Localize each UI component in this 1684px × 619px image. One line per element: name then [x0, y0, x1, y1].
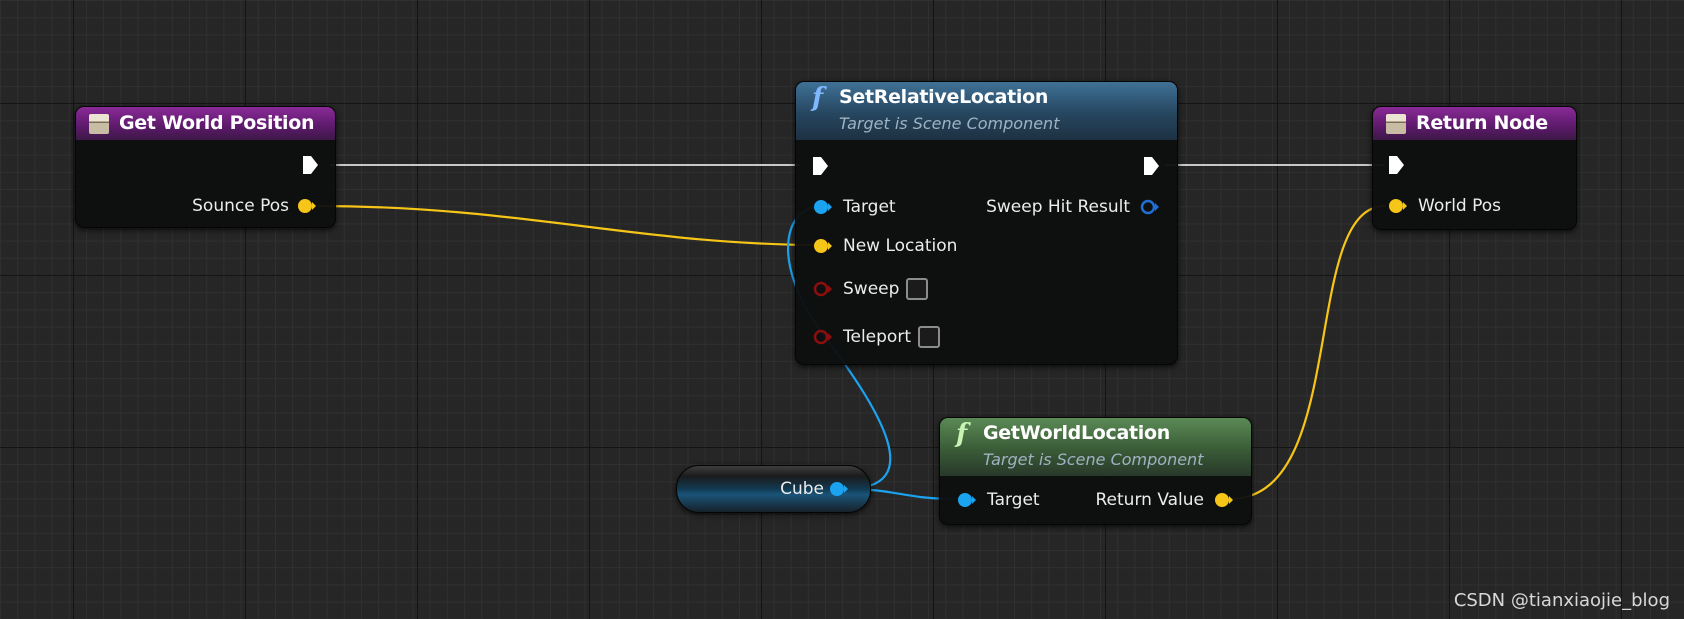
watermark: CSDN @tianxiaojie_blog	[1453, 590, 1670, 611]
node-get-world-location[interactable]: f GetWorldLocation Target is Scene Compo…	[939, 417, 1252, 525]
vector-out-pin-icon[interactable]	[1213, 491, 1233, 509]
exec-out-pin-icon[interactable]	[301, 155, 319, 175]
teleport-checkbox[interactable]	[918, 326, 940, 348]
vector-in-pin-icon[interactable]	[1387, 197, 1407, 215]
struct-icon	[89, 114, 109, 134]
node-title: SetRelativeLocation	[839, 86, 1049, 108]
vector-in-pin-icon[interactable]	[812, 237, 832, 255]
node-title: Get World Position	[119, 112, 315, 134]
pin-label-new-location: New Location	[843, 236, 958, 256]
f-function-icon: f	[956, 419, 968, 449]
pin-label-target: Target	[987, 490, 1040, 510]
exec-in-pin-icon[interactable]	[811, 156, 829, 176]
pin-label-return-value: Return Value	[1095, 490, 1205, 510]
pin-label-sweep: Sweep	[843, 279, 900, 299]
node-title: GetWorldLocation	[983, 422, 1170, 444]
object-out-pin-icon[interactable]	[828, 480, 848, 498]
vector-out-pin-icon[interactable]	[296, 197, 316, 215]
vector-wire-return-to-worldpos[interactable]	[1229, 204, 1386, 501]
node-get-world-position[interactable]: Get World Position Sounce Pos	[75, 106, 336, 228]
bool-in-pin-icon[interactable]	[812, 280, 832, 298]
pin-label-world-pos: World Pos	[1418, 196, 1502, 216]
pin-label-teleport: Teleport	[843, 327, 911, 347]
node-subtitle: Target is Scene Component	[983, 450, 1204, 469]
node-return-node[interactable]: Return Node World Pos	[1372, 106, 1577, 230]
pin-label-target: Target	[843, 197, 896, 217]
struct-icon	[1386, 114, 1406, 134]
pin-label-sounce-pos: Sounce Pos	[192, 196, 289, 216]
exec-in-pin-icon[interactable]	[1387, 155, 1405, 175]
f-function-icon: f	[812, 83, 824, 113]
object-in-pin-icon[interactable]	[812, 198, 832, 216]
variable-node-cube[interactable]: Cube	[676, 465, 871, 513]
pin-label-sweep-hit-result: Sweep Hit Result	[986, 197, 1130, 217]
bool-in-pin-icon[interactable]	[812, 328, 832, 346]
exec-out-pin-icon[interactable]	[1142, 156, 1160, 176]
object-in-pin-icon[interactable]	[956, 491, 976, 509]
node-subtitle: Target is Scene Component	[839, 114, 1060, 133]
node-set-relative-location[interactable]: f SetRelativeLocation Target is Scene Co…	[795, 81, 1178, 365]
vector-wire-source-to-newlocation[interactable]	[317, 204, 823, 247]
variable-label-cube: Cube	[780, 479, 824, 499]
node-title: Return Node	[1416, 112, 1548, 134]
struct-out-pin-icon[interactable]	[1139, 198, 1159, 216]
sweep-checkbox[interactable]	[906, 278, 928, 300]
